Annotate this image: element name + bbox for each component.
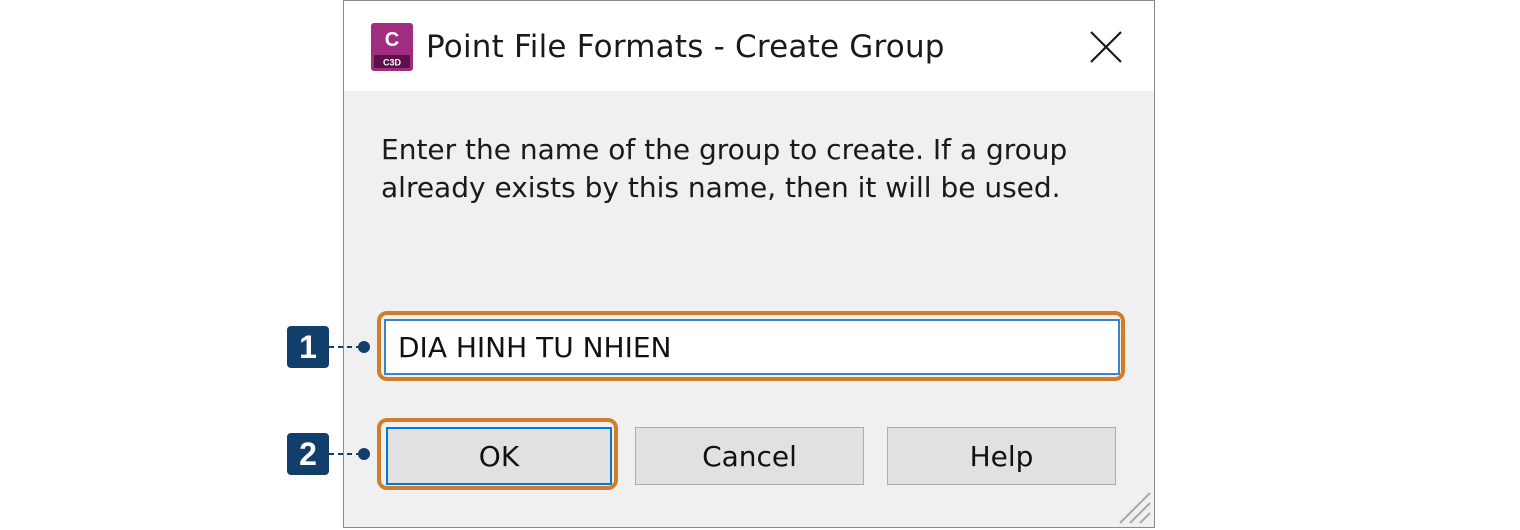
instruction-message: Enter the name of the group to create. I… [381,131,1121,207]
close-button[interactable] [1082,23,1130,71]
ok-button[interactable]: OK [386,427,612,485]
close-icon [1090,31,1122,63]
svg-text:C: C [385,29,399,51]
callout-badge-2: 2 [287,433,329,475]
create-group-dialog: C C3D Point File Formats - Create Group … [343,0,1155,528]
help-button[interactable]: Help [887,427,1116,485]
dialog-title: Point File Formats - Create Group [426,29,945,65]
callout-leader-2 [329,448,370,460]
message-line-2: already exists by this name, then it wil… [381,171,1061,204]
resize-grip-icon[interactable] [1112,485,1152,525]
group-name-input[interactable] [384,319,1120,375]
title-bar: C C3D Point File Formats - Create Group [344,1,1154,91]
callout-badge-1: 1 [287,326,329,368]
callout-leader-1 [329,341,370,353]
svg-text:C3D: C3D [383,58,402,68]
civil-3d-icon: C C3D [371,23,413,71]
cancel-button[interactable]: Cancel [635,427,864,485]
message-line-1: Enter the name of the group to create. I… [381,133,1068,166]
